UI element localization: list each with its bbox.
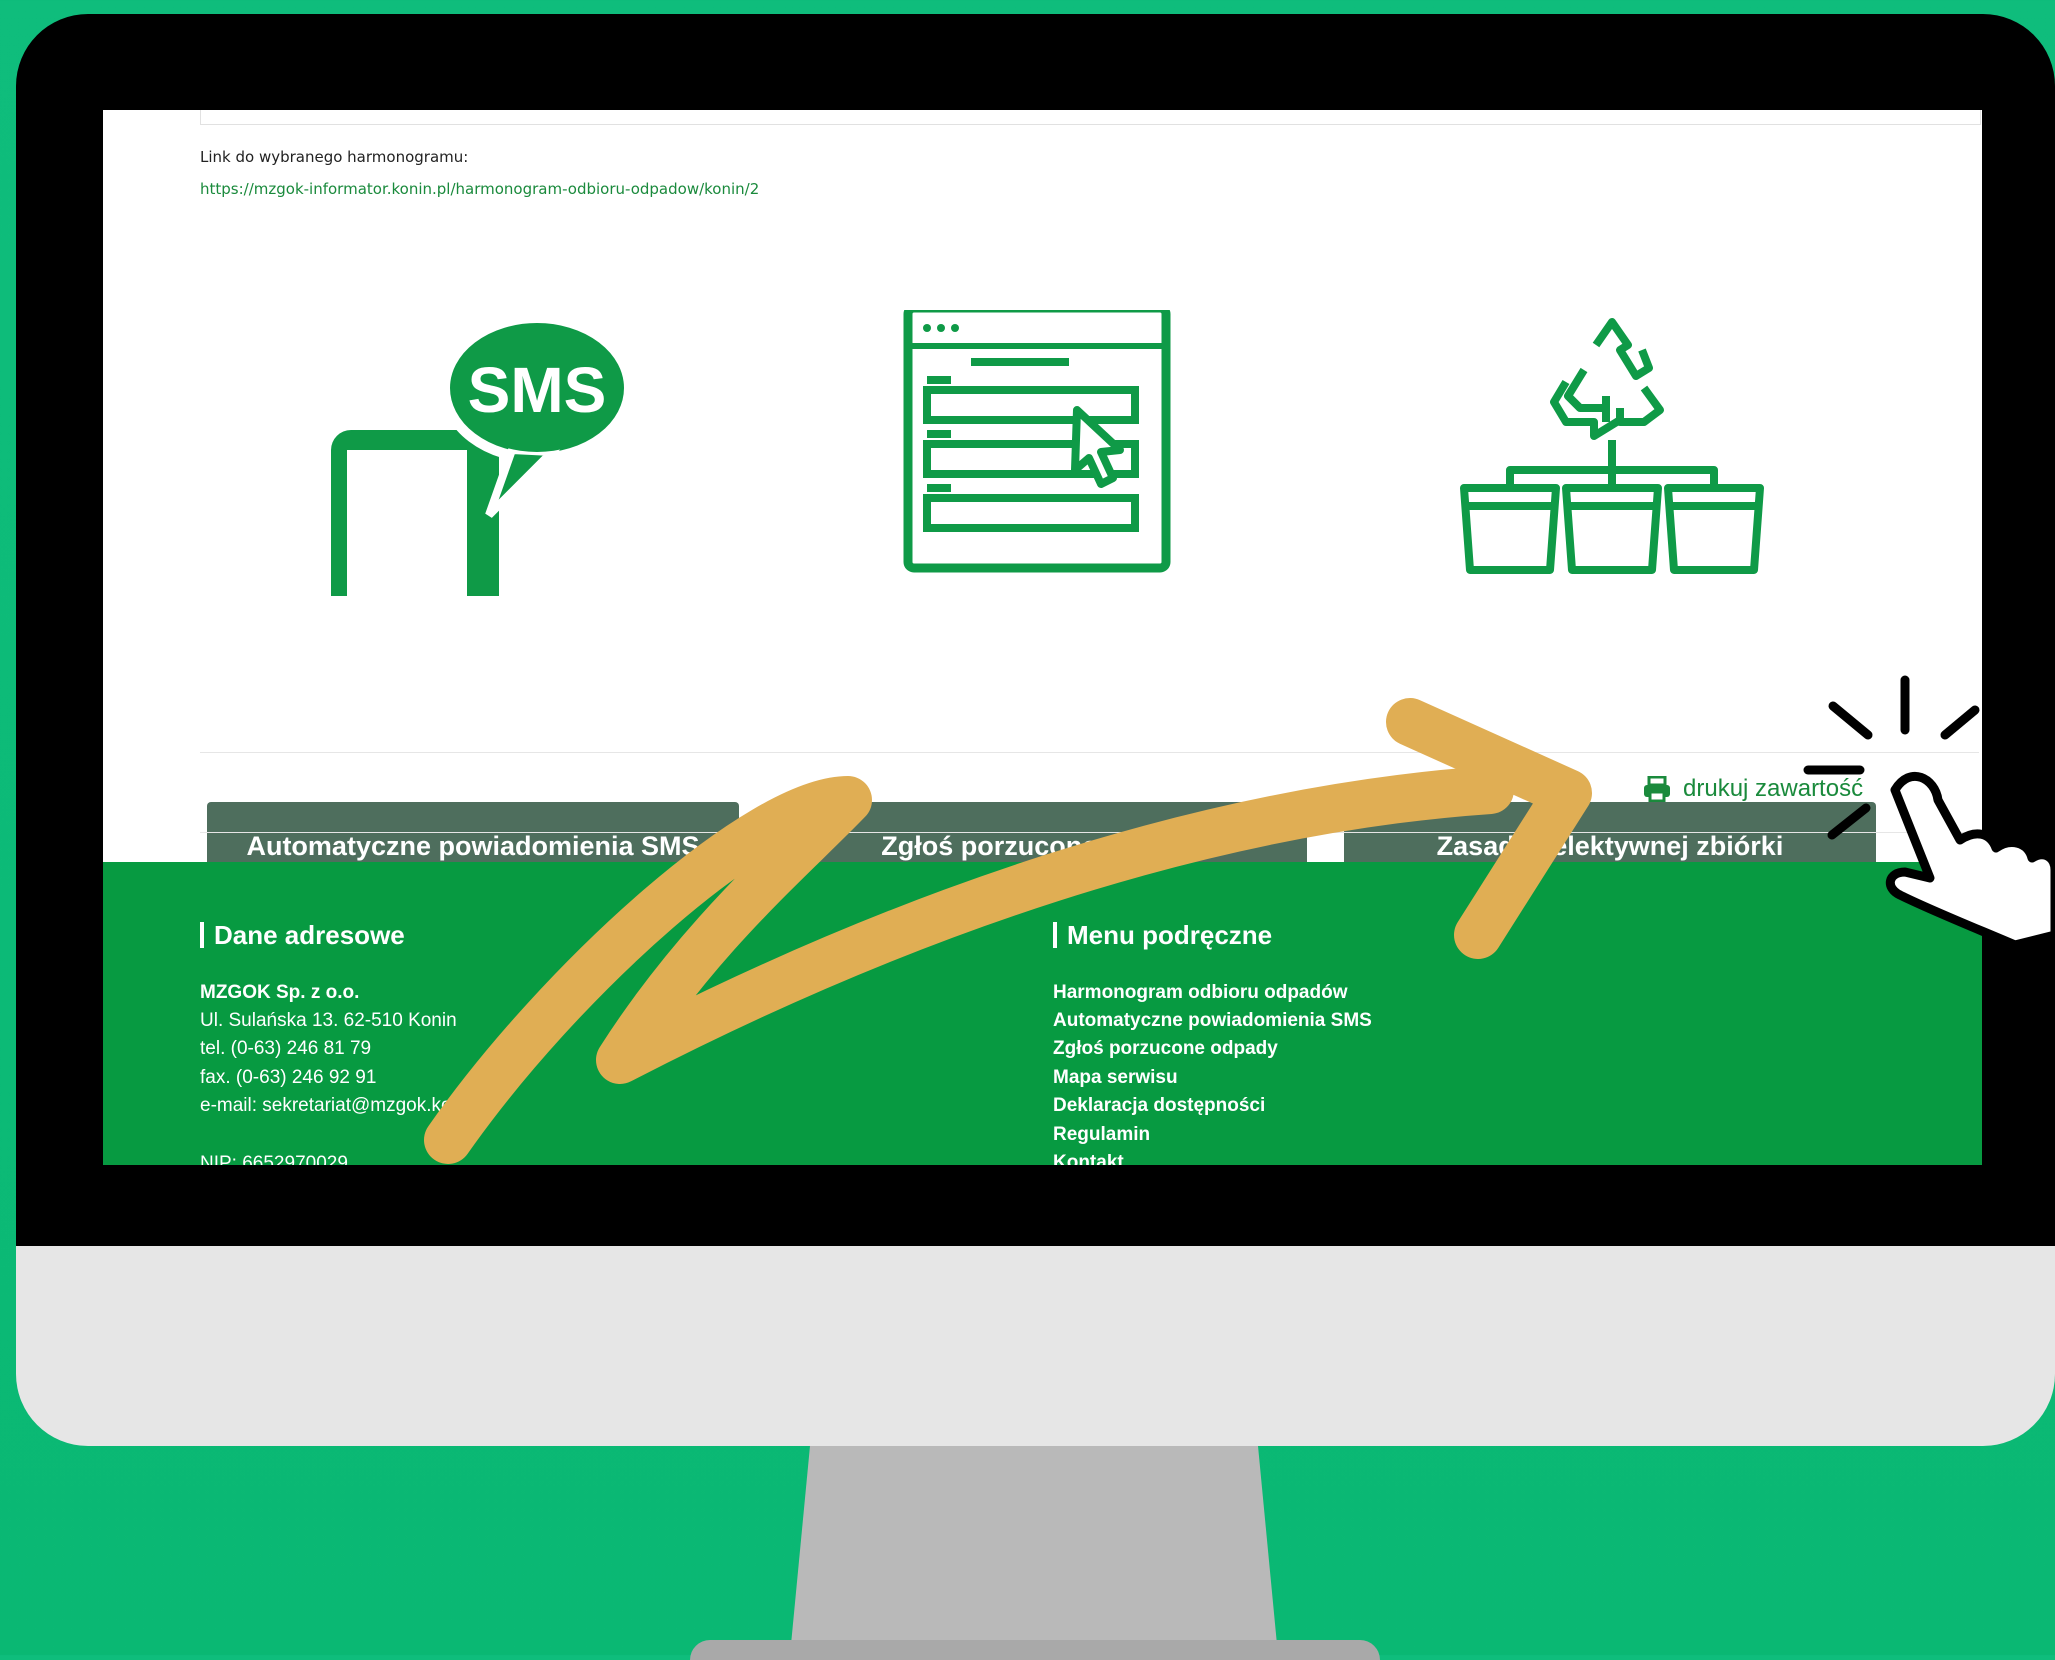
tile-sms[interactable]: SMS Automatyczne powiadomienia SMS — [207, 310, 739, 890]
tile-sorting-rules[interactable]: Zasady selektywnej zbiórki — [1344, 310, 1876, 890]
address-nip: NIP: 6652970029 — [200, 1153, 348, 1165]
schedule-box-bottom — [200, 110, 1981, 125]
printer-icon — [1644, 776, 1670, 802]
address-email[interactable]: e-mail: sekretariat@mzgok.konin.pl — [200, 1095, 497, 1117]
footer-menu-item[interactable]: Regulamin — [1053, 1124, 1150, 1146]
footer-menu-item[interactable]: Mapa serwisu — [1053, 1067, 1178, 1089]
address-street: Ul. Sulańska 13. 62-510 Konin — [200, 1010, 457, 1031]
footer-menu-item[interactable]: Zgłoś porzucone odpady — [1053, 1038, 1278, 1060]
address-heading: Dane adresowe — [200, 922, 405, 948]
browser-screen: Link do wybranego harmonogramu: https://… — [103, 110, 1982, 1165]
footer-menu-item[interactable]: Harmonogram odbioru odpadów — [1053, 982, 1348, 1004]
svg-text:SMS: SMS — [468, 354, 607, 426]
schedule-link-label: Link do wybranego harmonogramu: — [200, 148, 469, 166]
monitor-stand-base — [690, 1640, 1380, 1660]
tile-report-waste[interactable]: Zgłoś porzucone odpady — [775, 310, 1307, 890]
web-form-cursor-icon — [775, 310, 1307, 596]
schedule-link-url[interactable]: https://mzgok-informator.konin.pl/harmon… — [200, 180, 759, 198]
footer-menu-item[interactable]: Automatyczne powiadomienia SMS — [1053, 1010, 1372, 1032]
divider-top — [200, 752, 1979, 753]
company-name: MZGOK Sp. z o.o. — [200, 982, 360, 1003]
site-footer: Dane adresowe MZGOK Sp. z o.o. Ul. Sulań… — [103, 862, 1982, 1165]
print-label: drukuj zawartość — [1683, 775, 1864, 802]
recycle-bins-icon — [1344, 310, 1876, 596]
divider-bottom — [200, 832, 1979, 833]
menu-heading: Menu podręczne — [1053, 922, 1272, 948]
footer-menu-item[interactable]: Kontakt — [1053, 1152, 1124, 1165]
address-tel: tel. (0-63) 246 81 79 — [200, 1038, 372, 1059]
address-fax: fax. (0-63) 246 92 91 — [200, 1067, 377, 1088]
sms-phone-icon: SMS — [207, 310, 739, 596]
print-content-link[interactable]: drukuj zawartość — [1643, 775, 1863, 803]
monitor-chin — [16, 1246, 2055, 1446]
monitor-stand — [790, 1446, 1278, 1655]
footer-menu-item[interactable]: Deklaracja dostępności — [1053, 1095, 1265, 1117]
